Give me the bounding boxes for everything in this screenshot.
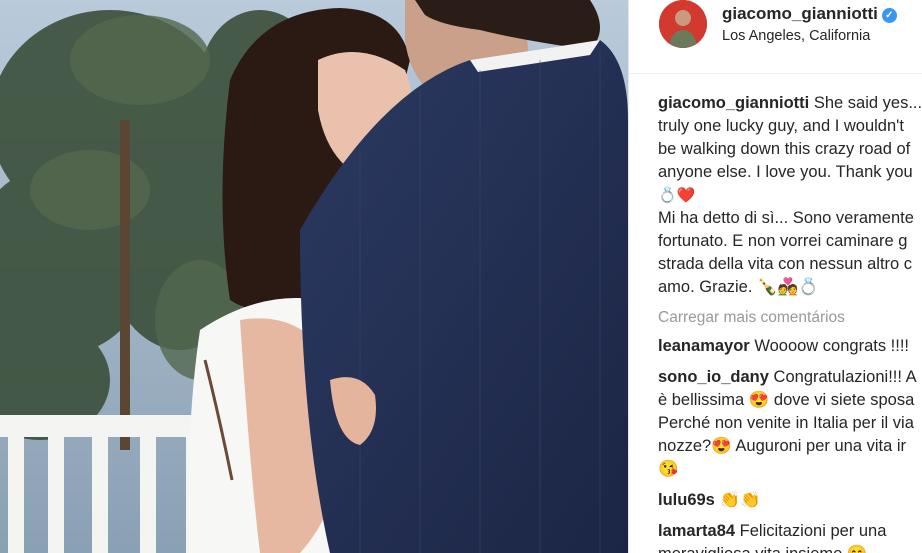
post-username[interactable]: giacomo_gianniotti ✓ [722, 4, 897, 24]
comment-text: 😘 [658, 460, 679, 478]
comment-text: Woooow congrats !!!! [754, 337, 909, 355]
comment-item: sono_io_dany Congratulazioni!!! A è bell… [658, 366, 922, 481]
caption-line: giacomo_gianniotti She said yes... [658, 94, 922, 112]
post-location[interactable]: Los Angeles, California [722, 28, 870, 44]
caption: giacomo_gianniotti She said yes... truly… [658, 92, 922, 299]
caption-line: be walking down this crazy road of [658, 140, 911, 158]
comment-text: meravigliosa vita insieme 😊 [658, 543, 922, 553]
caption-line: fortunato. E non vorrei caminare g [658, 232, 908, 250]
post-username-text[interactable]: giacomo_gianniotti [722, 4, 878, 23]
post-header: giacomo_gianniotti ✓ Los Angeles, Califor… [629, 0, 922, 74]
caption-line: truly one lucky guy, and I wouldn't [658, 117, 904, 135]
comment-item: lulu69s 👏👏 [658, 489, 922, 512]
comment-text: Perché non venite in Italia per il via [658, 414, 914, 432]
avatar[interactable] [659, 0, 707, 48]
photo-illustration [0, 0, 628, 553]
comment-text: 👏👏 [719, 491, 761, 509]
caption-line: Mi ha detto di sì... Sono veramente [658, 209, 914, 227]
comment-username[interactable]: leanamayor [658, 337, 750, 355]
caption-line: 💍❤️ [658, 187, 696, 204]
comments-list: giacomo_gianniotti She said yes... truly… [658, 92, 922, 553]
comment-username[interactable]: lulu69s [658, 491, 715, 509]
comment-item: leanamayor Woooow congrats !!!! [658, 335, 922, 358]
caption-username[interactable]: giacomo_gianniotti [658, 94, 809, 112]
verified-badge-icon: ✓ [881, 8, 897, 23]
comment-item: lamarta84 Felicitazioni per una meravigl… [658, 520, 922, 553]
load-more-comments-link[interactable]: Carregar mais comentários [658, 306, 922, 329]
caption-line: amo. Grazie. 🍾💑💍 [658, 278, 819, 296]
comment-text: è bellissima 😍 dove vi siete sposa [658, 391, 915, 409]
comments-panel: giacomo_gianniotti ✓ Los Angeles, Califor… [629, 0, 922, 553]
comment-username[interactable]: lamarta84 [658, 522, 735, 540]
comment-text: Congratulazioni!!! A [773, 368, 917, 386]
comment-username[interactable]: sono_io_dany [658, 368, 769, 386]
post-photo[interactable] [0, 0, 628, 553]
comment-text: nozze?😍 Auguroni per una vita ir [658, 437, 907, 455]
comment-text: Felicitazioni per una [739, 522, 887, 540]
avatar-image-icon [659, 0, 707, 48]
caption-line: strada della vita con nessun altro c [658, 255, 913, 273]
caption-line: anyone else. I love you. Thank you [658, 163, 913, 181]
